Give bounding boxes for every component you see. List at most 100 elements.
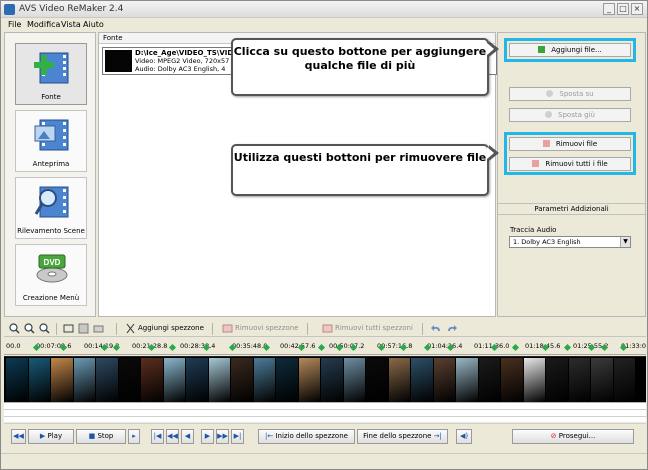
maximize-button[interactable]: □ [617, 3, 629, 15]
remove-segment-button[interactable]: Rimuovi spezzone [235, 324, 298, 332]
zoom-fit-icon[interactable] [39, 323, 50, 334]
fit-screen-icon[interactable] [63, 323, 74, 334]
remove-all-files-button[interactable]: Rimuovi tutti i file [509, 157, 631, 171]
file-thumbnail [105, 50, 132, 72]
filmstrip-frame [298, 358, 320, 402]
menu-modifica[interactable]: Modifica [27, 20, 60, 29]
move-up-label: Sposta su [559, 90, 594, 98]
add-file-label: Aggiungi file... [551, 46, 602, 54]
segment-end-label: Fine dello spezzone [363, 432, 432, 440]
timeline-toolbar: Aggiungi spezzone Rimuovi spezzone Rimuo… [4, 321, 646, 337]
audio-track-select[interactable]: 1. Dolby AC3 English ▼ [509, 236, 631, 248]
remove-all-segments-icon [322, 324, 333, 333]
timeline-tick-label: 00.0 [6, 342, 21, 350]
filmstrip-frame [118, 358, 140, 402]
add-callout-arrow-inner [487, 43, 494, 55]
track-row [4, 417, 646, 424]
next-segment-button[interactable]: ▶▶ [216, 429, 229, 444]
fast-forward-button[interactable]: ▸ [128, 429, 140, 444]
menu-aiuto[interactable]: Aiuto [83, 20, 104, 29]
video-filmstrip[interactable] [4, 356, 646, 402]
nav-fonte[interactable]: Fonte [15, 43, 87, 105]
filmstrip-frame [321, 358, 343, 402]
remove-all-segments-button[interactable]: Rimuovi tutti spezzoni [335, 324, 413, 332]
volume-button[interactable]: ◀) [456, 429, 472, 444]
remove-file-callout: Utilizza questi bottoni per rimuovere fi… [231, 144, 489, 196]
play-icon: ▶ [39, 432, 48, 440]
scene-marker[interactable] [563, 343, 572, 352]
timeline-ruler[interactable]: 00.000:07:09.600:14:19.200:21:28.800:28:… [4, 339, 646, 355]
undo-icon[interactable] [431, 323, 442, 334]
filmstrip-frame [546, 358, 568, 402]
film-magnifier-icon [34, 186, 69, 218]
nav-label-creazione: Creazione Menù [22, 294, 80, 302]
filmstrip-frame [523, 358, 545, 402]
menu-file[interactable]: File [8, 20, 21, 29]
nav-creazione-menu[interactable]: DVD Creazione Menù [15, 244, 87, 306]
timeline-tracks [4, 402, 646, 424]
minimize-button[interactable]: _ [603, 3, 615, 15]
zoom-in-icon[interactable] [9, 323, 20, 334]
menu-vista[interactable]: Vista [61, 20, 81, 29]
filmstrip-frame [343, 358, 365, 402]
arrow-up-icon [546, 90, 554, 97]
remove-segment-icon [222, 324, 233, 333]
arrow-down-icon [545, 111, 553, 118]
add-file-button[interactable]: Aggiungi file... [509, 43, 631, 57]
segment-end-button[interactable]: Fine dello spezzone →| [357, 429, 448, 444]
fast-forward-icon: ▸ [132, 432, 136, 440]
nav-anteprima[interactable]: Anteprima [15, 110, 87, 172]
film-plus-icon [34, 52, 69, 84]
filmstrip-frame [388, 358, 410, 402]
filmstrip-frame [51, 358, 73, 402]
scissors-icon [126, 323, 135, 334]
next-frame-button[interactable]: ▶ [201, 429, 214, 444]
snapshot-icon[interactable] [93, 323, 104, 334]
segment-start-button[interactable]: |← Inizio dello spezzone [258, 429, 355, 444]
go-end-button[interactable]: ▶| [231, 429, 244, 444]
add-icon [538, 46, 546, 53]
timeline-tick-label: 00:35:48.0 [232, 342, 268, 350]
go-start-icon: |◀ [153, 432, 162, 440]
filmstrip-frame [568, 358, 590, 402]
remove-file-button[interactable]: Rimuovi file [509, 137, 631, 151]
audio-track-value: 1. Dolby AC3 English [513, 238, 581, 246]
redo-icon[interactable] [446, 323, 457, 334]
add-file-callout: Clicca su questo bottone per aggiungere … [231, 38, 489, 96]
scene-marker[interactable] [511, 343, 520, 352]
chevron-down-icon: ▼ [620, 237, 630, 247]
go-start-button[interactable]: |◀ [151, 429, 164, 444]
add-segment-button[interactable]: Aggiungi spezzone [138, 324, 204, 332]
file-path: D:\Ice_Age\VIDEO_TS\VIDEO [135, 49, 244, 57]
nav-rilevamento-scene[interactable]: Rilevamento Scene [15, 177, 87, 239]
prev-segment-button[interactable]: ◀◀ [166, 429, 179, 444]
scene-marker[interactable] [317, 343, 326, 352]
segment-start-icon: |← [265, 432, 276, 440]
nav-label-fonte: Fonte [41, 93, 61, 101]
segment-start-label: Inizio dello spezzone [275, 432, 348, 440]
timeline-tick-label: 00:50:07.2 [329, 342, 365, 350]
scene-marker[interactable] [168, 343, 177, 352]
timeline-tick-label: 01:04:26.4 [427, 342, 463, 350]
filmstrip-frame [253, 358, 275, 402]
filmstrip-frame [141, 358, 163, 402]
save-icon[interactable] [78, 323, 89, 334]
rewind-button[interactable]: ◀◀ [11, 429, 26, 444]
filmstrip-frame [478, 358, 500, 402]
move-down-button[interactable]: Sposta giù [509, 108, 631, 122]
move-up-button[interactable]: Sposta su [509, 87, 631, 101]
close-button[interactable]: × [631, 3, 643, 15]
prev-frame-button[interactable]: ◀ [181, 429, 194, 444]
prev-segment-icon: ◀◀ [167, 432, 178, 440]
proceed-label: Prosegui... [558, 432, 596, 440]
toolbar-separator [422, 323, 423, 335]
play-button[interactable]: ▶ Play [28, 429, 74, 444]
avs-app-icon [4, 4, 15, 15]
stop-button[interactable]: ■ Stop [76, 429, 126, 444]
dvd-disc-icon: DVD [36, 254, 68, 283]
filmstrip-frame [96, 358, 118, 402]
proceed-button[interactable]: ⊘ Prosegui... [512, 429, 634, 444]
zoom-out-icon[interactable] [24, 323, 35, 334]
play-label: Play [47, 432, 63, 440]
stop-label: Stop [97, 432, 114, 440]
